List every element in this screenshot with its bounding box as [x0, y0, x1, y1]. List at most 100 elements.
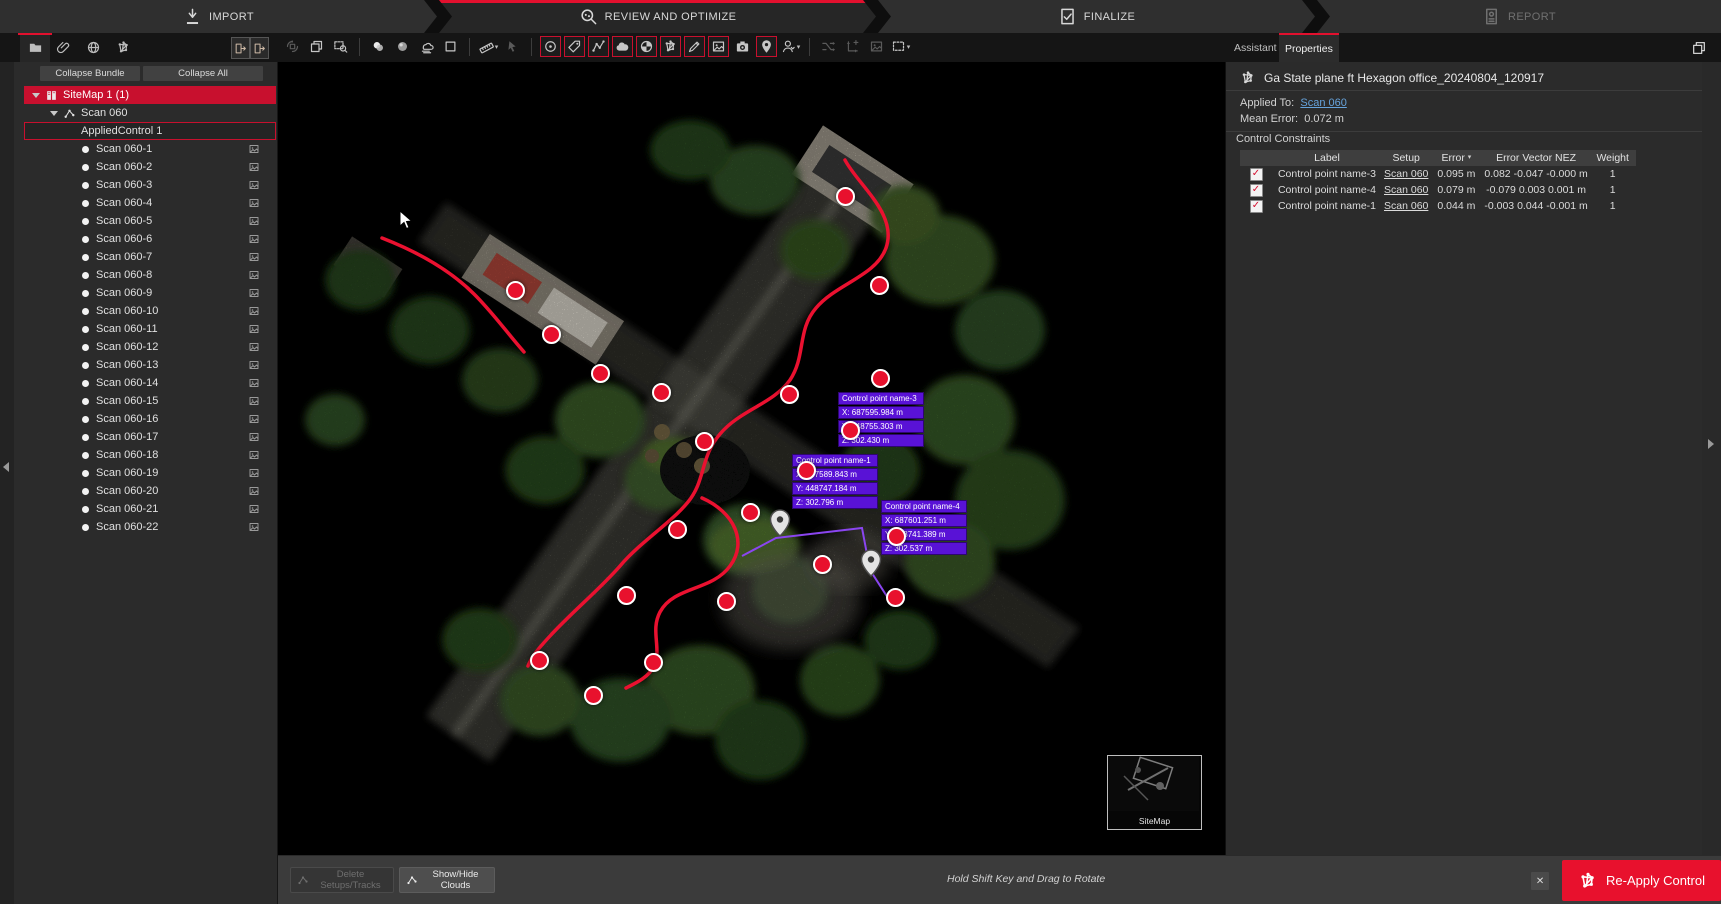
show-bundles-icon[interactable] — [660, 36, 681, 57]
scan-image-icon[interactable] — [248, 269, 260, 281]
scan-image-icon[interactable] — [248, 467, 260, 479]
dock-panel-left-icon[interactable] — [231, 37, 250, 59]
tree-item-scan[interactable]: Scan 060-8 — [24, 266, 276, 284]
control-point-marker[interactable] — [644, 653, 663, 672]
close-banner-button[interactable]: ✕ — [1531, 872, 1549, 890]
control-point-marker[interactable] — [668, 520, 687, 539]
control-point-marker[interactable] — [886, 588, 905, 607]
control-point-marker[interactable] — [870, 276, 889, 295]
scan-image-icon[interactable] — [248, 161, 260, 173]
delete-setups-tracks-button[interactable]: Delete Setups/Tracks — [290, 867, 394, 893]
constraint-checkbox[interactable]: ✓ — [1250, 200, 1263, 213]
tree-item-scan[interactable]: Scan 060-18 — [24, 446, 276, 464]
scan-image-icon[interactable] — [248, 197, 260, 209]
column-error-vector[interactable]: Error Vector NEZ — [1482, 150, 1589, 166]
control-point-marker[interactable] — [717, 592, 736, 611]
chevron-down-icon[interactable] — [32, 93, 40, 98]
control-point-marker[interactable] — [780, 385, 799, 404]
scan-image-icon[interactable] — [248, 233, 260, 245]
column-weight[interactable]: Weight — [1590, 150, 1636, 166]
control-point-marker[interactable] — [741, 503, 760, 522]
tree-item-scan[interactable]: Scan 060-4 — [24, 194, 276, 212]
scan-image-icon[interactable] — [248, 521, 260, 533]
chevron-down-icon[interactable]: ▾ — [495, 43, 499, 51]
tree-item-scan[interactable]: Scan 060-11 — [24, 320, 276, 338]
panel-collapse-strip[interactable] — [1702, 62, 1721, 904]
show-tracks-icon[interactable] — [588, 36, 609, 57]
tree-item-scan[interactable]: Scan 060-9 — [24, 284, 276, 302]
ortho-view-icon[interactable] — [440, 36, 461, 57]
collapse-all-button[interactable]: Collapse All — [143, 66, 263, 81]
scan-image-icon[interactable] — [248, 503, 260, 515]
scan-image-icon[interactable] — [248, 431, 260, 443]
camera-icon[interactable] — [732, 36, 753, 57]
control-point-marker[interactable] — [617, 586, 636, 605]
tree-item-scan[interactable]: Scan 060-13 — [24, 356, 276, 374]
control-point-marker[interactable] — [584, 686, 603, 705]
panel-layout-icon[interactable] — [1688, 37, 1710, 59]
constraint-setup-link[interactable]: Scan 060 — [1384, 200, 1428, 212]
tree-item-scan[interactable]: Scan 060-20 — [24, 482, 276, 500]
tree-item-scan[interactable]: Scan 060-14 — [24, 374, 276, 392]
control-point-marker[interactable] — [695, 432, 714, 451]
tree-item-applied-control[interactable]: AppliedControl 1 — [24, 122, 276, 140]
constraint-row[interactable]: ✓Control point name-1Scan 0600.044 m-0.0… — [1240, 198, 1636, 214]
scan-image-icon[interactable] — [248, 413, 260, 425]
workflow-step-review-and-optimize[interactable]: REVIEW AND OPTIMIZE — [439, 0, 876, 33]
scan-image-icon[interactable] — [248, 251, 260, 263]
scan-image-icon[interactable] — [248, 305, 260, 317]
sidebar-tab-attachments-paperclip-icon[interactable] — [48, 33, 78, 62]
control-point-marker[interactable] — [652, 383, 671, 402]
show-spheres-icon[interactable] — [636, 36, 657, 57]
tree-item-scan[interactable]: Scan 060-6 — [24, 230, 276, 248]
control-point-marker[interactable] — [506, 281, 525, 300]
tree-item-scan[interactable]: Scan 060-10 — [24, 302, 276, 320]
sidebar-tab-geotag-globe-icon[interactable] — [78, 33, 108, 62]
pano-view-icon[interactable]: ▾ — [780, 36, 801, 57]
tree-item-scan[interactable]: Scan 060-21 — [24, 500, 276, 518]
scan-image-icon[interactable] — [248, 359, 260, 371]
tree-item-scan[interactable]: Scan 060-7 — [24, 248, 276, 266]
scan-image-icon[interactable] — [248, 287, 260, 299]
tree-item-scan[interactable]: Scan 060-16 — [24, 410, 276, 428]
control-point-marker[interactable] — [530, 651, 549, 670]
tree-item-scan[interactable]: Scan 060-15 — [24, 392, 276, 410]
rotate-orbit-icon[interactable] — [282, 36, 303, 57]
chevron-down-icon[interactable]: ▾ — [797, 43, 801, 51]
show-images-icon[interactable] — [708, 36, 729, 57]
tree-item-sitemap[interactable]: SiteMap 1 (1) — [24, 86, 276, 104]
tree-item-scan[interactable]: Scan 060-1 — [24, 140, 276, 158]
control-point-marker[interactable] — [797, 461, 816, 480]
sitemap-inset[interactable]: SiteMap — [1107, 755, 1202, 830]
image-overlay-icon[interactable] — [866, 36, 887, 57]
control-point-marker[interactable] — [836, 187, 855, 206]
swap-link-icon[interactable] — [818, 36, 839, 57]
workflow-step-report[interactable]: REPORT — [1317, 0, 1721, 33]
scan-image-icon[interactable] — [248, 323, 260, 335]
workflow-step-import[interactable]: IMPORT — [0, 0, 437, 33]
re-apply-control-button[interactable]: Re-Apply Control — [1562, 860, 1721, 901]
scan-image-icon[interactable] — [248, 341, 260, 353]
show-setups-icon[interactable] — [540, 36, 561, 57]
constraint-setup-link[interactable]: Scan 060 — [1384, 168, 1428, 180]
tree-item-scan-group[interactable]: Scan 060 — [24, 104, 276, 122]
column-error[interactable]: Error ▾ — [1430, 150, 1482, 166]
tree-item-scan[interactable]: Scan 060-22 — [24, 518, 276, 536]
show-labels-icon[interactable] — [564, 36, 585, 57]
show-geotags-icon[interactable] — [756, 36, 777, 57]
constraint-checkbox[interactable]: ✓ — [1250, 184, 1263, 197]
control-point-marker[interactable] — [871, 369, 890, 388]
collapse-left-arrow-icon[interactable] — [3, 462, 9, 472]
control-point-marker[interactable] — [813, 555, 832, 574]
column-label[interactable]: Label — [1272, 150, 1382, 166]
chevron-down-icon[interactable] — [50, 111, 58, 116]
applied-to-link[interactable]: Scan 060 — [1300, 97, 1346, 109]
scan-image-icon[interactable] — [248, 485, 260, 497]
tree-item-scan[interactable]: Scan 060-19 — [24, 464, 276, 482]
zoom-window-icon[interactable] — [330, 36, 351, 57]
sidebar-collapse-strip[interactable] — [0, 62, 15, 904]
scan-image-icon[interactable] — [248, 179, 260, 191]
chevron-down-icon[interactable]: ▾ — [907, 43, 911, 51]
cascade-views-icon[interactable] — [306, 36, 327, 57]
show-clouds-icon[interactable] — [612, 36, 633, 57]
